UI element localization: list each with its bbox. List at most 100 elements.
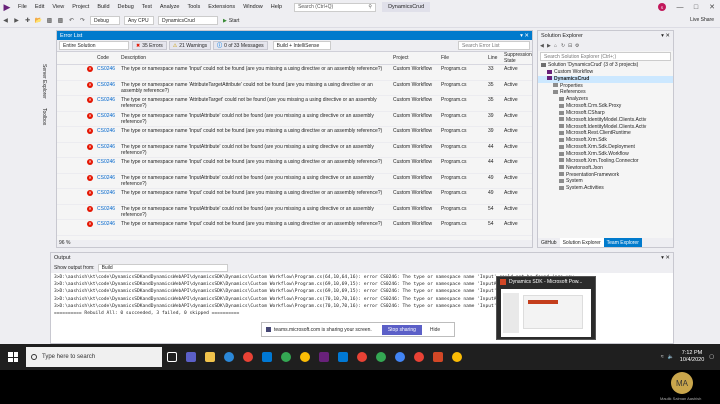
menu-view[interactable]: View [48,4,68,10]
tab-solution-explorer[interactable]: Solution Explorer [559,238,604,247]
tree-item[interactable]: Microsoft.IdentityModel.Clients.Activ [538,117,673,124]
properties-icon[interactable]: ⚙ [575,43,582,49]
minimize-icon[interactable]: — [672,0,688,14]
mail-icon[interactable] [334,348,352,366]
tree-item[interactable]: Analyzers [538,96,673,103]
panel-options-icon[interactable]: ▾ ✕ [661,33,670,39]
stop-sharing-button[interactable]: Stop sharing [381,324,422,335]
table-row[interactable]: ✕ CS0246 The type or namespace name 'Input… [57,173,532,189]
menu-build[interactable]: Build [93,4,113,10]
error-code[interactable]: CS0246 [95,95,119,112]
col-icon[interactable] [57,52,95,65]
forward-icon[interactable]: ▶ [12,16,21,25]
forward-icon[interactable]: ▶ [547,43,554,49]
tab-team-explorer[interactable]: Team Explorer [603,238,642,247]
visual-studio-logo-icon[interactable]: ▶ [0,0,14,14]
chrome-icon[interactable] [410,348,428,366]
error-code[interactable]: CS0246 [95,111,119,127]
save-all-icon[interactable]: ▩ [56,16,65,25]
chrome-icon[interactable] [296,348,314,366]
notifications-icon[interactable]: ▢ [709,354,714,360]
chrome-icon[interactable] [448,348,466,366]
error-code[interactable]: CS0246 [95,173,119,189]
tree-item[interactable]: System.Activities [538,185,673,192]
file-explorer-icon[interactable] [201,348,219,366]
error-code[interactable]: CS0246 [95,204,119,220]
table-row[interactable]: ✕ CS0246 The type or namespace name 'Input… [57,188,532,205]
table-row[interactable]: ✕ CS0246 The type or namespace name 'Input… [57,157,532,174]
tab-github[interactable]: GitHub [538,238,560,247]
redo-icon[interactable]: ↷ [78,16,87,25]
edge-icon[interactable] [220,348,238,366]
error-code[interactable]: CS0246 [95,64,119,81]
warnings-filter-button[interactable]: ⚠ 21 Warnings [168,41,212,50]
table-row[interactable]: ✕ CS0246 The type or namespace name 'Attri… [57,95,532,112]
platform-dropdown[interactable]: Any CPU [124,16,154,25]
back-icon[interactable]: ◀ [540,43,547,49]
start-button[interactable]: ▶ Start [220,16,242,25]
col-code[interactable]: Code [95,52,119,65]
configuration-dropdown[interactable]: Debug [90,16,120,25]
chrome-icon[interactable] [372,348,390,366]
menu-debug[interactable]: Debug [114,4,138,10]
sync-icon[interactable]: ↻ [561,43,568,49]
collapse-all-icon[interactable]: ⊟ [568,43,575,49]
taskbar-clock[interactable]: 7:12 PM 10/4/2020 [680,350,704,364]
error-code[interactable]: CS0246 [95,142,119,158]
close-icon[interactable]: ✕ [704,0,720,14]
tree-item[interactable]: Microsoft.Xrm.Tooling.Connector [538,158,673,165]
menu-edit[interactable]: Edit [31,4,48,10]
panel-options-icon[interactable]: ▾ ✕ [661,255,670,261]
teams-icon[interactable] [182,348,200,366]
messages-filter-button[interactable]: ⓘ 0 of 33 Messages [213,41,268,50]
tree-item[interactable]: Microsoft.CSharp [538,110,673,117]
chrome-icon[interactable] [353,348,371,366]
tree-item[interactable]: PresentationFramework [538,172,673,179]
server-explorer-tab[interactable]: Server Explorer [41,64,47,99]
task-view-icon[interactable] [163,348,181,366]
live-share-button[interactable]: Live Share [690,17,714,23]
vs-search-input[interactable]: Search (Ctrl+Q) ⚲ [294,2,377,12]
table-row[interactable]: ✕ CS0246 The type or namespace name 'Input… [57,64,532,81]
tree-item[interactable]: Properties [538,83,673,90]
zoom-level[interactable]: 96 % [57,240,532,247]
taskbar-search-input[interactable]: Type here to search [26,347,162,367]
tree-item[interactable]: System [538,178,673,185]
tree-item[interactable]: Microsoft.Rest.ClientRuntime [538,130,673,137]
error-scope-dropdown[interactable]: Entire Solution [59,41,129,50]
startup-project-dropdown[interactable]: DynamicsCrud [158,16,218,25]
menu-project[interactable]: Project [68,4,93,10]
start-button[interactable] [0,344,26,370]
table-row[interactable]: ✕ CS0246 The type or namespace name 'Input… [57,142,532,158]
network-icon[interactable]: ≈ [661,354,664,360]
build-intellisense-dropdown[interactable]: Build + IntelliSense [272,41,331,50]
home-icon[interactable]: ⌂ [554,43,561,49]
error-code[interactable]: CS0246 [95,219,119,236]
new-item-icon[interactable]: ✚ [23,16,32,25]
chrome-icon[interactable] [391,348,409,366]
taskbar-thumbnail-preview[interactable]: Dynamics SDK - Microsoft Pow... [496,276,596,340]
toolbox-tab[interactable]: Toolbox [41,108,47,125]
open-icon[interactable]: 📂 [34,16,43,25]
col-description[interactable]: Description [119,52,391,65]
output-source-dropdown[interactable]: Build [97,263,228,272]
hide-button[interactable]: Hide [430,327,440,333]
tree-item[interactable]: DynamicsCrud [538,75,673,83]
errors-filter-button[interactable]: ✖ 35 Errors [132,41,167,50]
error-list-search-input[interactable]: Search Error List [458,41,530,50]
panel-options-icon[interactable]: ▾ ✕ [520,33,529,39]
col-suppression[interactable]: Suppression State [502,52,532,65]
tree-item[interactable]: Microsoft.Xrm.Sdk.Workflow [538,151,673,158]
maximize-icon[interactable]: □ [688,0,704,14]
visual-studio-icon[interactable] [315,348,333,366]
chrome-icon[interactable] [239,348,257,366]
solution-explorer-search-input[interactable]: Search Solution Explorer (Ctrl+;) [540,52,671,61]
table-row[interactable]: ✕ CS0246 The type or namespace name 'Input… [57,111,532,127]
col-project[interactable]: Project [391,52,439,65]
tree-item[interactable]: Custom Workflow [538,69,673,76]
error-code[interactable]: CS0246 [95,80,119,96]
error-code[interactable]: CS0246 [95,157,119,174]
error-code[interactable]: CS0246 [95,188,119,205]
menu-file[interactable]: File [14,4,31,10]
col-file[interactable]: File [439,52,486,65]
